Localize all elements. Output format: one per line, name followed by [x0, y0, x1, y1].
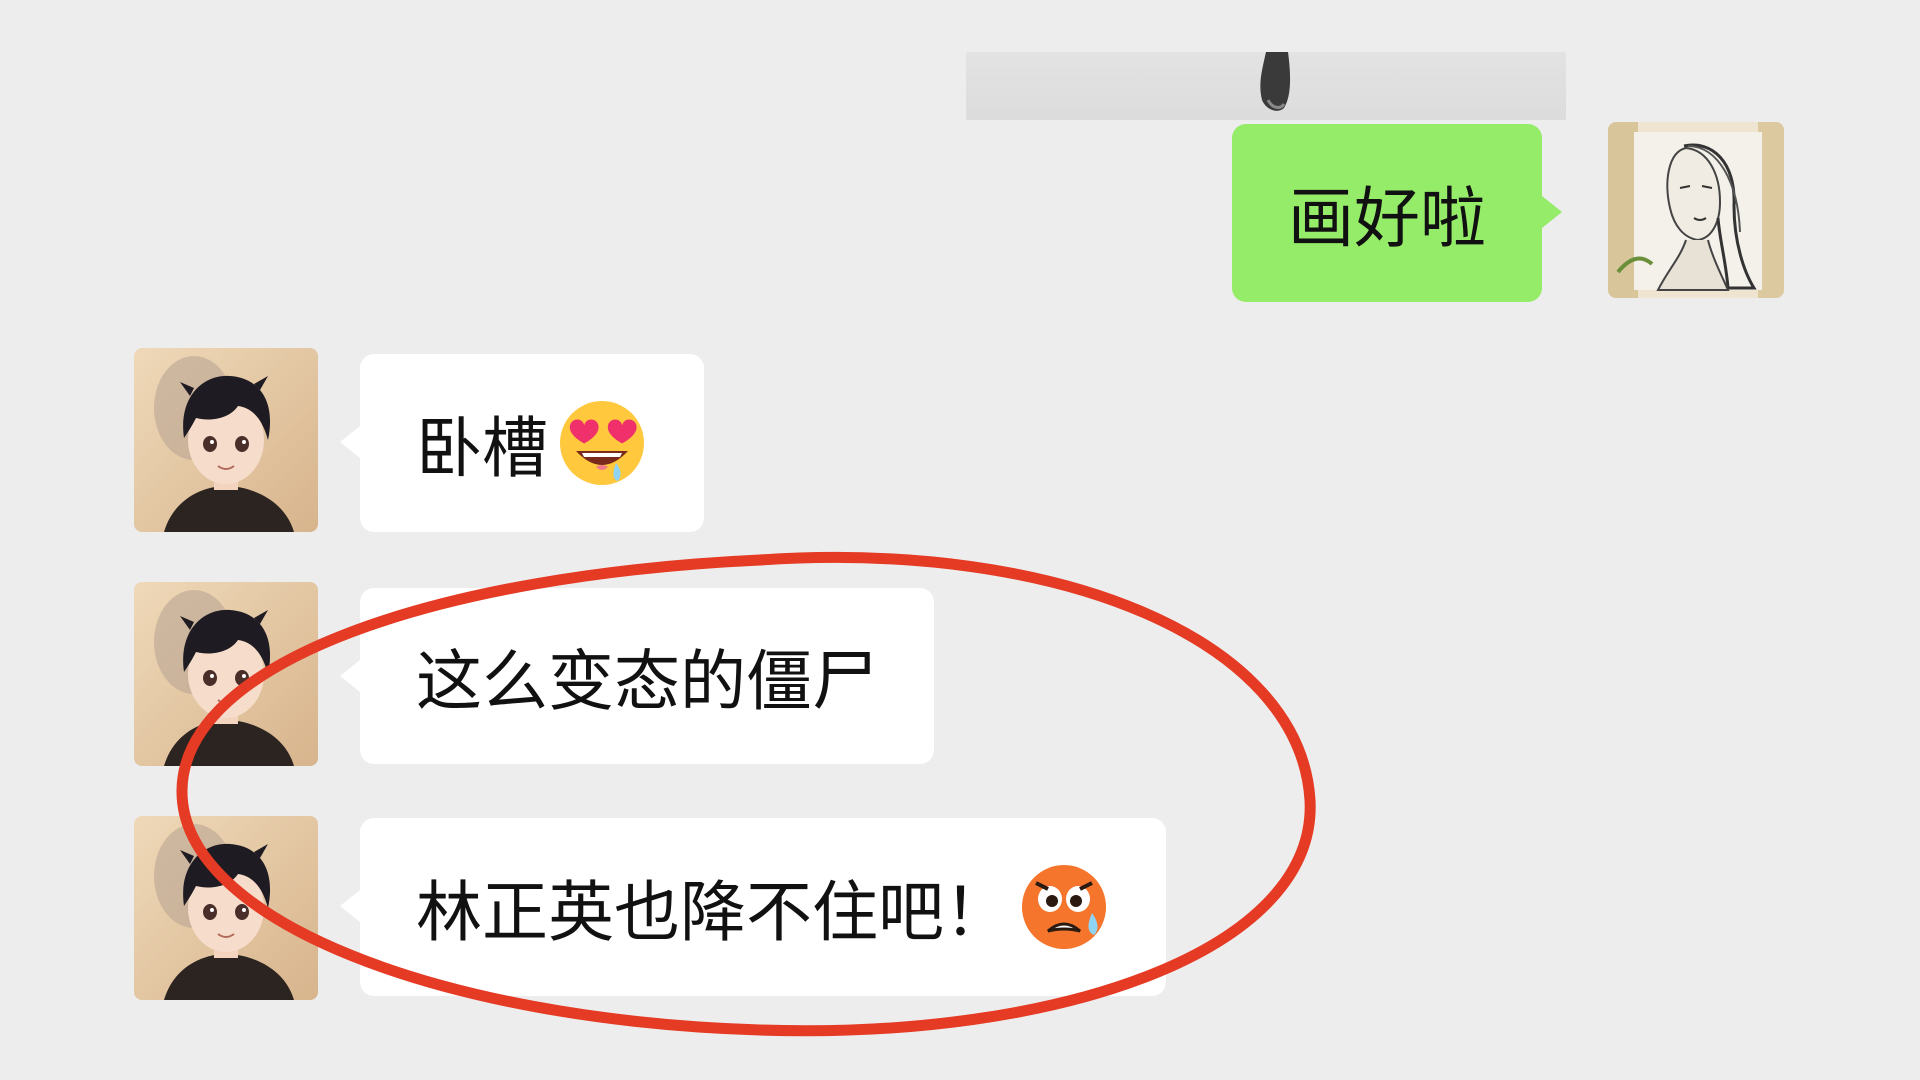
bubble-tail — [340, 426, 360, 458]
anime-boy-avatar[interactable] — [134, 582, 318, 766]
message-text: 这么变态的僵尸 — [416, 643, 878, 720]
bubble-tail — [1542, 196, 1562, 228]
bubble-tail — [340, 890, 360, 922]
anime-boy-avatar[interactable] — [134, 816, 318, 1000]
sent-message-bubble[interactable]: 画好啦 — [1232, 124, 1562, 302]
message-text: 卧槽 — [416, 410, 548, 487]
shared-image-preview[interactable] — [966, 52, 1566, 120]
sketch-portrait-avatar[interactable] — [1608, 122, 1784, 298]
received-message-bubble[interactable]: 这么变态的僵尸 — [340, 588, 934, 764]
worried-sweat-emoji — [1018, 861, 1110, 953]
received-message-bubble[interactable]: 林正英也降不住吧！ — [340, 818, 1166, 996]
anime-boy-avatar[interactable] — [134, 348, 318, 532]
message-text: 林正英也降不住吧！ — [416, 874, 1010, 951]
received-message-bubble[interactable]: 卧槽 — [340, 354, 704, 532]
message-text: 画好啦 — [1288, 180, 1486, 257]
bubble-tail — [340, 660, 360, 692]
heart-eyes-drooling-emoji — [556, 397, 648, 489]
